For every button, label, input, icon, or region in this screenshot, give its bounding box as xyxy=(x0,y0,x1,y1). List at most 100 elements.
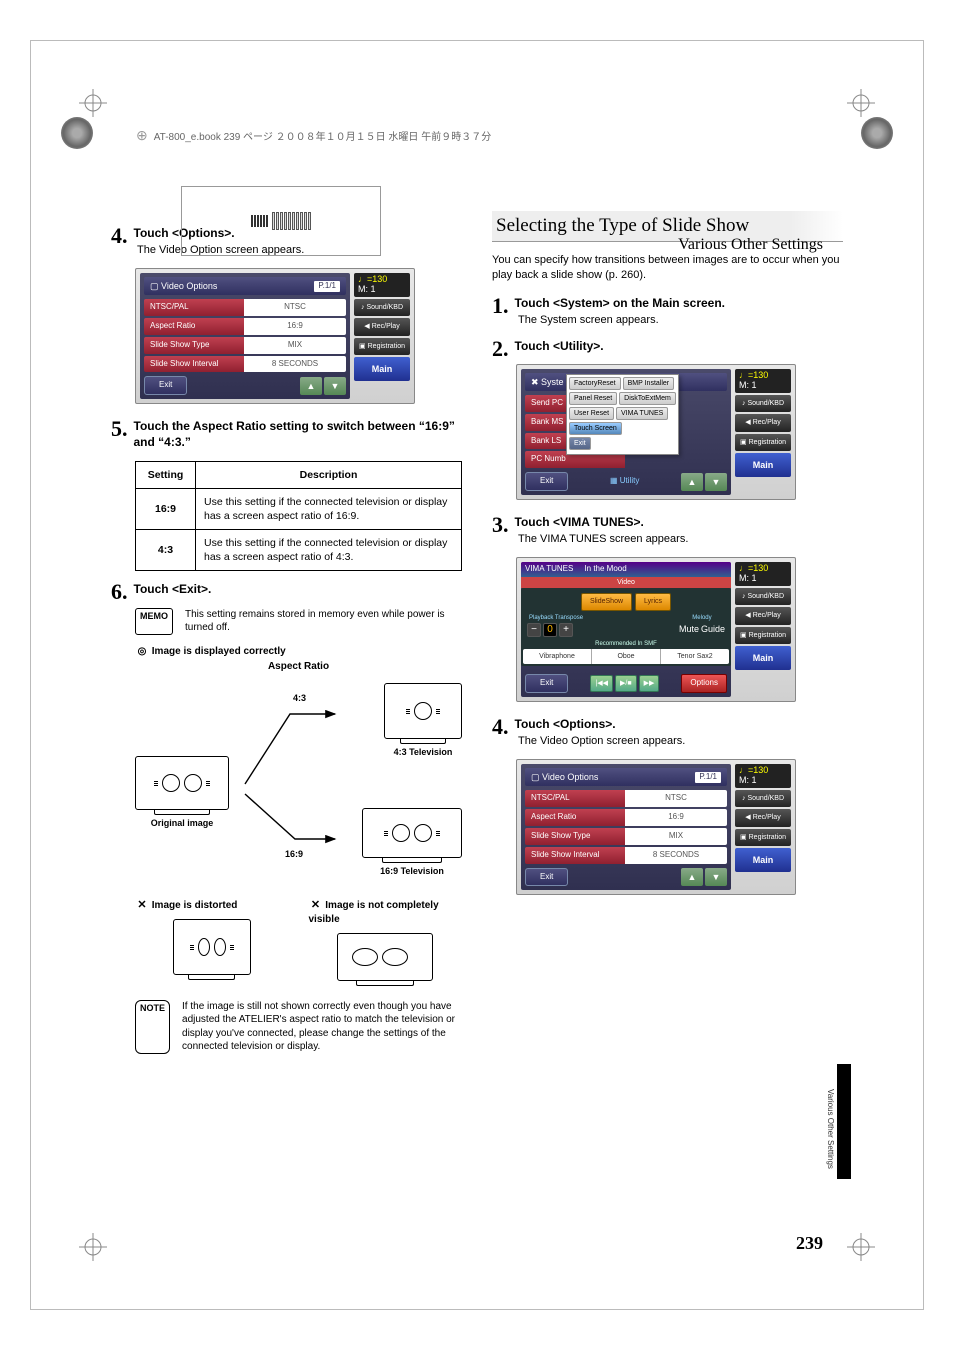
popup-item[interactable]: DiskToExtMem xyxy=(619,392,676,405)
exit-button[interactable]: Exit xyxy=(525,674,568,693)
correct-icon xyxy=(135,645,149,659)
row-value[interactable]: 8 SECONDS xyxy=(244,356,346,373)
aspect-ratio-table: Setting Description 16:9 Use this settin… xyxy=(135,461,462,572)
step-subtext: The Video Option screen appears. xyxy=(518,734,843,749)
aspect-ratio-label: Aspect Ratio xyxy=(135,660,462,674)
row-value[interactable]: 8 SECONDS xyxy=(625,847,727,864)
step-number: 1 xyxy=(492,295,509,317)
spiral-mark xyxy=(61,117,93,149)
rewind-button[interactable]: |◀◀ xyxy=(590,675,613,692)
main-button[interactable]: Main xyxy=(735,848,791,872)
panel-title: ▢ Video Options xyxy=(531,771,598,783)
popup-item[interactable]: VIMA TUNES xyxy=(616,407,668,420)
spiral-mark xyxy=(861,117,893,149)
popup-item[interactable]: Panel Reset xyxy=(569,392,617,405)
step-title: Touch <Exit>. xyxy=(111,581,462,597)
row-label[interactable]: Slide Show Type xyxy=(144,337,244,354)
up-arrow-button[interactable]: ▲ xyxy=(681,868,703,886)
side-tab xyxy=(837,1064,851,1179)
td-desc: Use this setting if the connected televi… xyxy=(196,530,462,571)
soundkbd-button[interactable]: ♪ Sound/KBD xyxy=(735,790,791,807)
soundkbd-button[interactable]: ♪ Sound/KBD xyxy=(735,395,791,412)
row-label[interactable]: Aspect Ratio xyxy=(144,318,244,335)
transpose-minus[interactable]: − xyxy=(527,623,541,637)
instrument[interactable]: Oboe xyxy=(592,649,661,664)
up-arrow-button[interactable]: ▲ xyxy=(300,377,322,395)
popup-item[interactable]: FactoryReset xyxy=(569,377,621,390)
down-arrow-button[interactable]: ▼ xyxy=(705,473,727,491)
soundkbd-button[interactable]: ♪ Sound/KBD xyxy=(354,299,410,316)
melody-label: Melody xyxy=(679,613,725,623)
chapter-title: Various Other Settings xyxy=(678,236,823,254)
options-button[interactable]: Options xyxy=(681,674,727,693)
instrument[interactable]: Vibraphone xyxy=(523,649,592,664)
mute-button[interactable]: Mute xyxy=(679,623,699,635)
row-label[interactable]: Slide Show Interval xyxy=(144,356,244,373)
play-stop-button[interactable]: ▶/■ xyxy=(615,675,637,692)
slideshow-button[interactable]: SlideShow xyxy=(581,593,632,610)
video-options-panel: ▢ Video Options P.1/1 NTSC/PALNTSC Aspec… xyxy=(135,268,415,404)
row-label[interactable]: Slide Show Interval xyxy=(525,847,625,864)
row-label[interactable]: Slide Show Type xyxy=(525,828,625,845)
lyrics-button[interactable]: Lyrics xyxy=(635,593,671,610)
original-label: Original image xyxy=(135,817,229,829)
registration-button[interactable]: ▣ Registration xyxy=(735,627,791,644)
row-label[interactable]: NTSC/PAL xyxy=(144,299,244,316)
td-desc: Use this setting if the connected televi… xyxy=(196,488,462,529)
intro-text: You can specify how transitions between … xyxy=(492,253,843,283)
recplay-button[interactable]: ◀ Rec/Play xyxy=(735,809,791,826)
step-title: Touch <Utility>. xyxy=(492,338,843,354)
step-subtext: The VIMA TUNES screen appears. xyxy=(518,532,843,547)
step-number: 6 xyxy=(111,581,128,603)
guide-button[interactable]: Guide xyxy=(701,623,725,635)
th-setting: Setting xyxy=(136,461,196,488)
exit-button[interactable]: Exit xyxy=(525,472,568,491)
row-value[interactable]: NTSC xyxy=(625,790,727,807)
popup-item[interactable]: User Reset xyxy=(569,407,614,420)
video-tab[interactable]: Video xyxy=(521,577,731,588)
registration-button[interactable]: ▣ Registration xyxy=(735,829,791,846)
row-value[interactable]: 16:9 xyxy=(244,318,346,335)
crop-mark-icon xyxy=(847,1233,875,1261)
row-value[interactable]: MIX xyxy=(244,337,346,354)
up-arrow-button[interactable]: ▲ xyxy=(681,473,703,491)
exit-button[interactable]: Exit xyxy=(525,868,568,887)
tempo-display: ♩=130M: 1 xyxy=(735,562,791,586)
row-value[interactable]: MIX xyxy=(625,828,727,845)
registration-button[interactable]: ▣ Registration xyxy=(354,338,410,355)
recplay-button[interactable]: ◀ Rec/Play xyxy=(735,414,791,431)
row-label[interactable]: NTSC/PAL xyxy=(525,790,625,807)
down-arrow-button[interactable]: ▼ xyxy=(705,868,727,886)
step-number: 4 xyxy=(111,225,128,247)
forward-button[interactable]: ▶▶ xyxy=(639,675,660,692)
r169-label: 16:9 xyxy=(285,848,303,860)
main-button[interactable]: Main xyxy=(354,357,410,381)
memo-text: This setting remains stored in memory ev… xyxy=(185,608,462,635)
popup-item[interactable]: BMP Installer xyxy=(623,377,675,390)
instrument[interactable]: Tenor Sax2 xyxy=(661,649,729,664)
row-value[interactable]: NTSC xyxy=(244,299,346,316)
side-tab-text: Various Other Settings xyxy=(826,1089,835,1169)
transpose-label: Playback Transpose xyxy=(527,613,585,623)
main-button[interactable]: Main xyxy=(735,646,791,670)
registration-button[interactable]: ▣ Registration xyxy=(735,434,791,451)
tempo-display: ♩=130M: 1 xyxy=(735,369,791,393)
soundkbd-button[interactable]: ♪ Sound/KBD xyxy=(735,588,791,605)
recplay-button[interactable]: ◀ Rec/Play xyxy=(354,318,410,335)
transpose-plus[interactable]: + xyxy=(559,623,573,637)
memo-badge: MEMO xyxy=(135,608,173,635)
down-arrow-button[interactable]: ▼ xyxy=(324,377,346,395)
x-icon xyxy=(309,898,323,913)
vima-title: VIMA TUNES In the Mood xyxy=(521,562,731,577)
td-setting: 4:3 xyxy=(136,530,196,571)
popup-exit[interactable]: Exit xyxy=(569,437,591,450)
main-button[interactable]: Main xyxy=(735,453,791,477)
popup-item[interactable]: Touch Screen xyxy=(569,422,622,435)
crop-mark-icon xyxy=(79,1233,107,1261)
row-value[interactable]: 16:9 xyxy=(625,809,727,826)
row-label[interactable]: Aspect Ratio xyxy=(525,809,625,826)
recplay-button[interactable]: ◀ Rec/Play xyxy=(735,607,791,624)
panel-title: ✖ Syste xyxy=(531,376,564,388)
exit-button[interactable]: Exit xyxy=(144,376,187,395)
tv43-label: 4:3 Television xyxy=(384,746,462,758)
